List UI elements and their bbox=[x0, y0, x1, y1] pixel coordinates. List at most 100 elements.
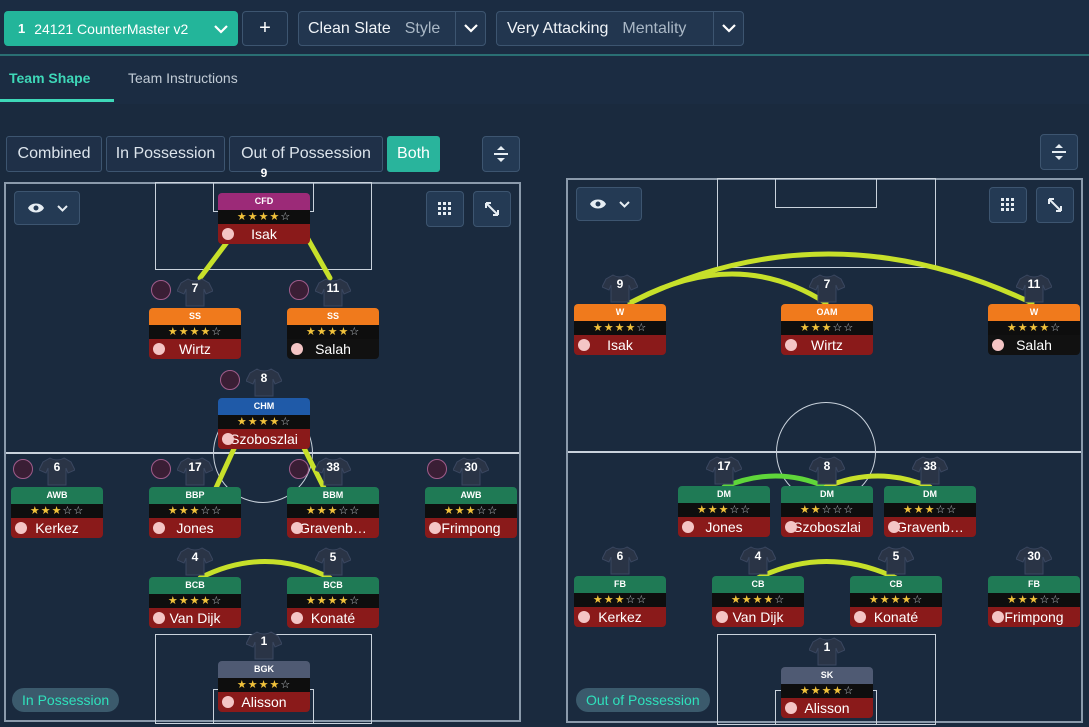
shirt-number: 4 bbox=[754, 549, 762, 563]
tactic-selector[interactable]: 1 24121 CounterMaster v2 bbox=[4, 11, 238, 46]
player-role: W bbox=[574, 304, 666, 321]
top-bar: 1 24121 CounterMaster v2 + Clean Slate S… bbox=[0, 0, 1089, 54]
mentality-dropdown[interactable]: Very Attacking Mentality bbox=[496, 11, 744, 46]
player-name-row: Jones bbox=[149, 518, 241, 538]
player-card[interactable]: 1 BGK ★★★★☆ Alisson bbox=[218, 631, 310, 712]
player-card[interactable]: 4 CB ★★★★☆ Van Dijk bbox=[712, 546, 804, 627]
player-card[interactable]: 7 SS ★★★★☆ Wirtz bbox=[149, 278, 241, 359]
player-card[interactable]: 4 BCB ★★★★☆ Van Dijk bbox=[149, 547, 241, 628]
player-name: Salah bbox=[315, 341, 351, 357]
visibility-dropdown[interactable] bbox=[14, 191, 80, 225]
player-card[interactable]: 30 AWB ★★★☆☆ Frimpong bbox=[425, 457, 517, 538]
player-card[interactable]: 38 BBM ★★★☆☆ Gravenb… bbox=[287, 457, 379, 538]
player-card[interactable]: 11 W ★★★★☆ Salah bbox=[988, 274, 1080, 355]
shirt-number: 1 bbox=[260, 634, 268, 648]
role-rating-stars: ★★★★☆ bbox=[988, 321, 1080, 335]
player-name-row: Jones bbox=[678, 517, 770, 537]
expand-icon bbox=[1048, 198, 1062, 212]
player-card[interactable]: 17 BBP ★★★☆☆ Jones bbox=[149, 457, 241, 538]
role-rating-stars: ★★★★☆ bbox=[850, 593, 942, 607]
role-rating-stars: ★★★★☆ bbox=[149, 594, 241, 608]
player-card[interactable]: 11 SS ★★★★☆ Salah bbox=[287, 278, 379, 359]
grid-view-button-right[interactable] bbox=[989, 187, 1027, 223]
player-card[interactable]: 9 CFD ★★★★☆ Isak bbox=[218, 166, 310, 244]
swap-view-button-right[interactable] bbox=[1040, 134, 1078, 170]
shirt-number: 1 bbox=[823, 640, 831, 654]
tab-team-shape[interactable]: Team Shape bbox=[9, 70, 90, 86]
player-card[interactable]: 6 FB ★★★☆☆ Kerkez bbox=[574, 546, 666, 627]
tab-team-instructions[interactable]: Team Instructions bbox=[128, 70, 238, 86]
player-avatar-icon bbox=[291, 343, 303, 355]
role-rating-stars: ★★☆☆☆ bbox=[781, 503, 873, 517]
style-value: Clean Slate bbox=[308, 19, 391, 37]
player-card[interactable]: 9 W ★★★★☆ Isak bbox=[574, 274, 666, 355]
player-card[interactable]: 38 DM ★★★☆☆ Gravenb… bbox=[884, 456, 976, 537]
player-card[interactable]: 30 FB ★★★☆☆ Frimpong bbox=[988, 546, 1080, 627]
expand-button[interactable] bbox=[473, 191, 511, 227]
role-rating-stars: ★★★★☆ bbox=[712, 593, 804, 607]
shirt-number: 38 bbox=[326, 460, 340, 474]
player-role: FB bbox=[574, 576, 666, 593]
player-name: Wirtz bbox=[811, 337, 843, 353]
shirt-number: 8 bbox=[260, 371, 268, 385]
chevron-down-icon bbox=[713, 12, 743, 45]
style-dropdown[interactable]: Clean Slate Style bbox=[298, 11, 486, 46]
pitch-label-out-of-possession: Out of Possession bbox=[576, 688, 710, 712]
player-card[interactable]: 7 OAM ★★★☆☆ Wirtz bbox=[781, 274, 873, 355]
player-card[interactable]: 8 CHM ★★★★☆ Szoboszlai bbox=[218, 368, 310, 449]
player-role: AWB bbox=[11, 487, 103, 504]
player-name: Jones bbox=[176, 520, 214, 536]
player-name-row: Isak bbox=[218, 224, 310, 244]
player-card[interactable]: 1 SK ★★★★☆ Alisson bbox=[781, 637, 873, 718]
shirt-number: 6 bbox=[616, 549, 624, 563]
player-name: Gravenb… bbox=[299, 520, 367, 536]
player-card[interactable]: 5 CB ★★★★☆ Konaté bbox=[850, 546, 942, 627]
role-rating-stars: ★★★★☆ bbox=[218, 210, 310, 224]
view-combined-button[interactable]: Combined bbox=[6, 136, 102, 172]
player-card[interactable]: 8 DM ★★☆☆☆ Szoboszlai bbox=[781, 456, 873, 537]
player-name: Frimpong bbox=[1004, 609, 1064, 625]
player-name-row: Van Dijk bbox=[712, 607, 804, 627]
view-in-possession-button[interactable]: In Possession bbox=[106, 136, 225, 172]
grid-view-button[interactable] bbox=[426, 191, 464, 227]
view-both-button[interactable]: Both bbox=[387, 136, 440, 172]
shirt-number: 8 bbox=[823, 459, 831, 473]
player-card[interactable]: 5 BCB ★★★★☆ Konaté bbox=[287, 547, 379, 628]
goal-box-top bbox=[775, 178, 877, 208]
player-name: Jones bbox=[705, 519, 743, 535]
player-role: BCB bbox=[287, 577, 379, 594]
swap-view-button[interactable] bbox=[482, 136, 520, 172]
player-avatar-icon bbox=[222, 696, 234, 708]
role-rating-stars: ★★★☆☆ bbox=[287, 504, 379, 518]
player-name-row: Isak bbox=[574, 335, 666, 355]
shirt-number: 11 bbox=[1027, 277, 1041, 291]
player-name-row: Gravenb… bbox=[884, 517, 976, 537]
player-role: BCB bbox=[149, 577, 241, 594]
player-avatar-icon bbox=[291, 522, 303, 534]
player-avatar-icon bbox=[785, 339, 797, 351]
player-name: Salah bbox=[1016, 337, 1052, 353]
player-card[interactable]: 6 AWB ★★★☆☆ Kerkez bbox=[11, 457, 103, 538]
tab-bar: Team Shape Team Instructions bbox=[0, 56, 1089, 104]
visibility-dropdown-right[interactable] bbox=[576, 187, 642, 221]
eye-icon bbox=[589, 199, 606, 209]
role-rating-stars: ★★★★☆ bbox=[574, 321, 666, 335]
expand-button-right[interactable] bbox=[1036, 187, 1074, 223]
shirt-number: 4 bbox=[191, 550, 199, 564]
player-avatar-icon bbox=[992, 339, 1004, 351]
player-avatar-icon bbox=[682, 521, 694, 533]
player-avatar-icon bbox=[716, 611, 728, 623]
add-tactic-button[interactable]: + bbox=[242, 11, 288, 46]
player-avatar-icon bbox=[222, 228, 234, 240]
player-name-row: Wirtz bbox=[781, 335, 873, 355]
player-role: SS bbox=[149, 308, 241, 325]
player-avatar-icon bbox=[785, 702, 797, 714]
role-rating-stars: ★★★☆☆ bbox=[884, 503, 976, 517]
player-role: SK bbox=[781, 667, 873, 684]
player-card[interactable]: 17 DM ★★★☆☆ Jones bbox=[678, 456, 770, 537]
expand-icon bbox=[485, 202, 499, 216]
role-rating-stars: ★★★★☆ bbox=[287, 594, 379, 608]
player-name: Wirtz bbox=[179, 341, 211, 357]
player-name-row: Van Dijk bbox=[149, 608, 241, 628]
player-role: BBP bbox=[149, 487, 241, 504]
